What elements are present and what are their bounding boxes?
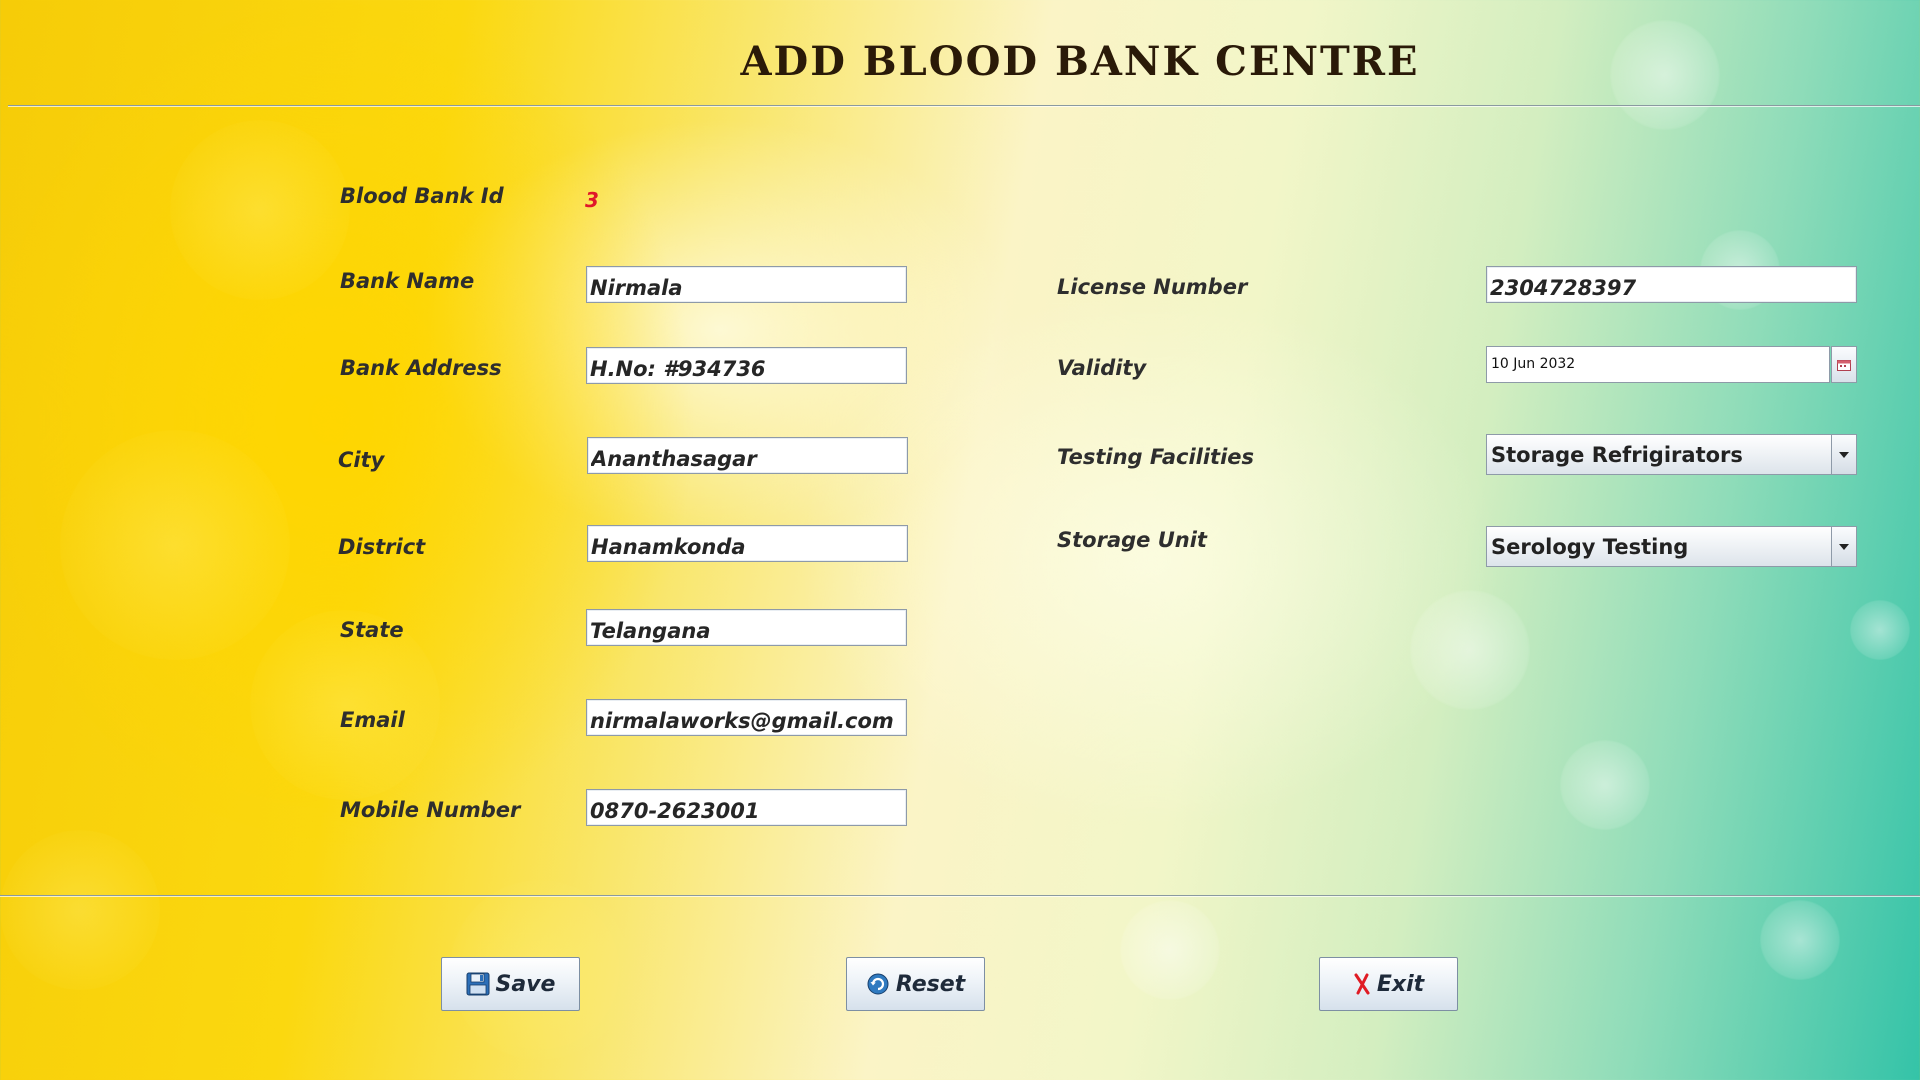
district-label: District: [338, 535, 426, 559]
calendar-button[interactable]: [1831, 346, 1857, 383]
save-button[interactable]: Save: [441, 957, 580, 1011]
reset-button[interactable]: Reset: [846, 957, 985, 1011]
floppy-disk-icon: [466, 972, 490, 996]
dropdown-arrow[interactable]: [1831, 435, 1856, 474]
storage-unit-selected: Serology Testing: [1491, 535, 1689, 559]
dropdown-arrow[interactable]: [1831, 527, 1856, 566]
red-x-icon: [1353, 973, 1371, 995]
calendar-icon: [1837, 359, 1851, 371]
page-title: ADD BLOOD BANK CENTRE: [740, 38, 1420, 85]
testing-facilities-dropdown[interactable]: Storage Refrigirators: [1486, 434, 1857, 475]
state-label: State: [340, 618, 404, 642]
chevron-down-icon: [1839, 451, 1849, 458]
email-field[interactable]: [586, 699, 907, 736]
refresh-icon: [866, 972, 890, 996]
bank-name-label: Bank Name: [340, 269, 475, 293]
district-field[interactable]: [587, 525, 908, 562]
state-field[interactable]: [586, 609, 907, 646]
bank-address-field[interactable]: [586, 347, 907, 384]
exit-button-label: Exit: [1376, 971, 1425, 997]
city-label: City: [338, 448, 385, 472]
bank-name-field[interactable]: [586, 266, 907, 303]
blood-bank-id-value: 3: [585, 188, 599, 212]
chevron-down-icon: [1839, 543, 1849, 550]
blood-bank-id-label: Blood Bank Id: [340, 184, 504, 208]
save-button-label: Save: [495, 971, 556, 997]
testing-facilities-label: Testing Facilities: [1057, 445, 1255, 469]
license-number-field[interactable]: [1486, 266, 1857, 303]
validity-date-field[interactable]: 10 Jun 2032: [1486, 346, 1830, 383]
header-divider: [8, 105, 1920, 106]
city-field[interactable]: [587, 437, 908, 474]
mobile-number-label: Mobile Number: [340, 798, 521, 822]
exit-button[interactable]: Exit: [1319, 957, 1458, 1011]
storage-unit-label: Storage Unit: [1057, 528, 1207, 552]
reset-button-label: Reset: [895, 971, 966, 997]
validity-label: Validity: [1057, 356, 1147, 380]
license-number-label: License Number: [1057, 275, 1248, 299]
testing-facilities-selected: Storage Refrigirators: [1491, 443, 1743, 467]
footer-divider: [0, 895, 1920, 896]
storage-unit-dropdown[interactable]: Serology Testing: [1486, 526, 1857, 567]
email-label: Email: [340, 708, 405, 732]
bank-address-label: Bank Address: [340, 356, 502, 380]
mobile-number-field[interactable]: [586, 789, 907, 826]
